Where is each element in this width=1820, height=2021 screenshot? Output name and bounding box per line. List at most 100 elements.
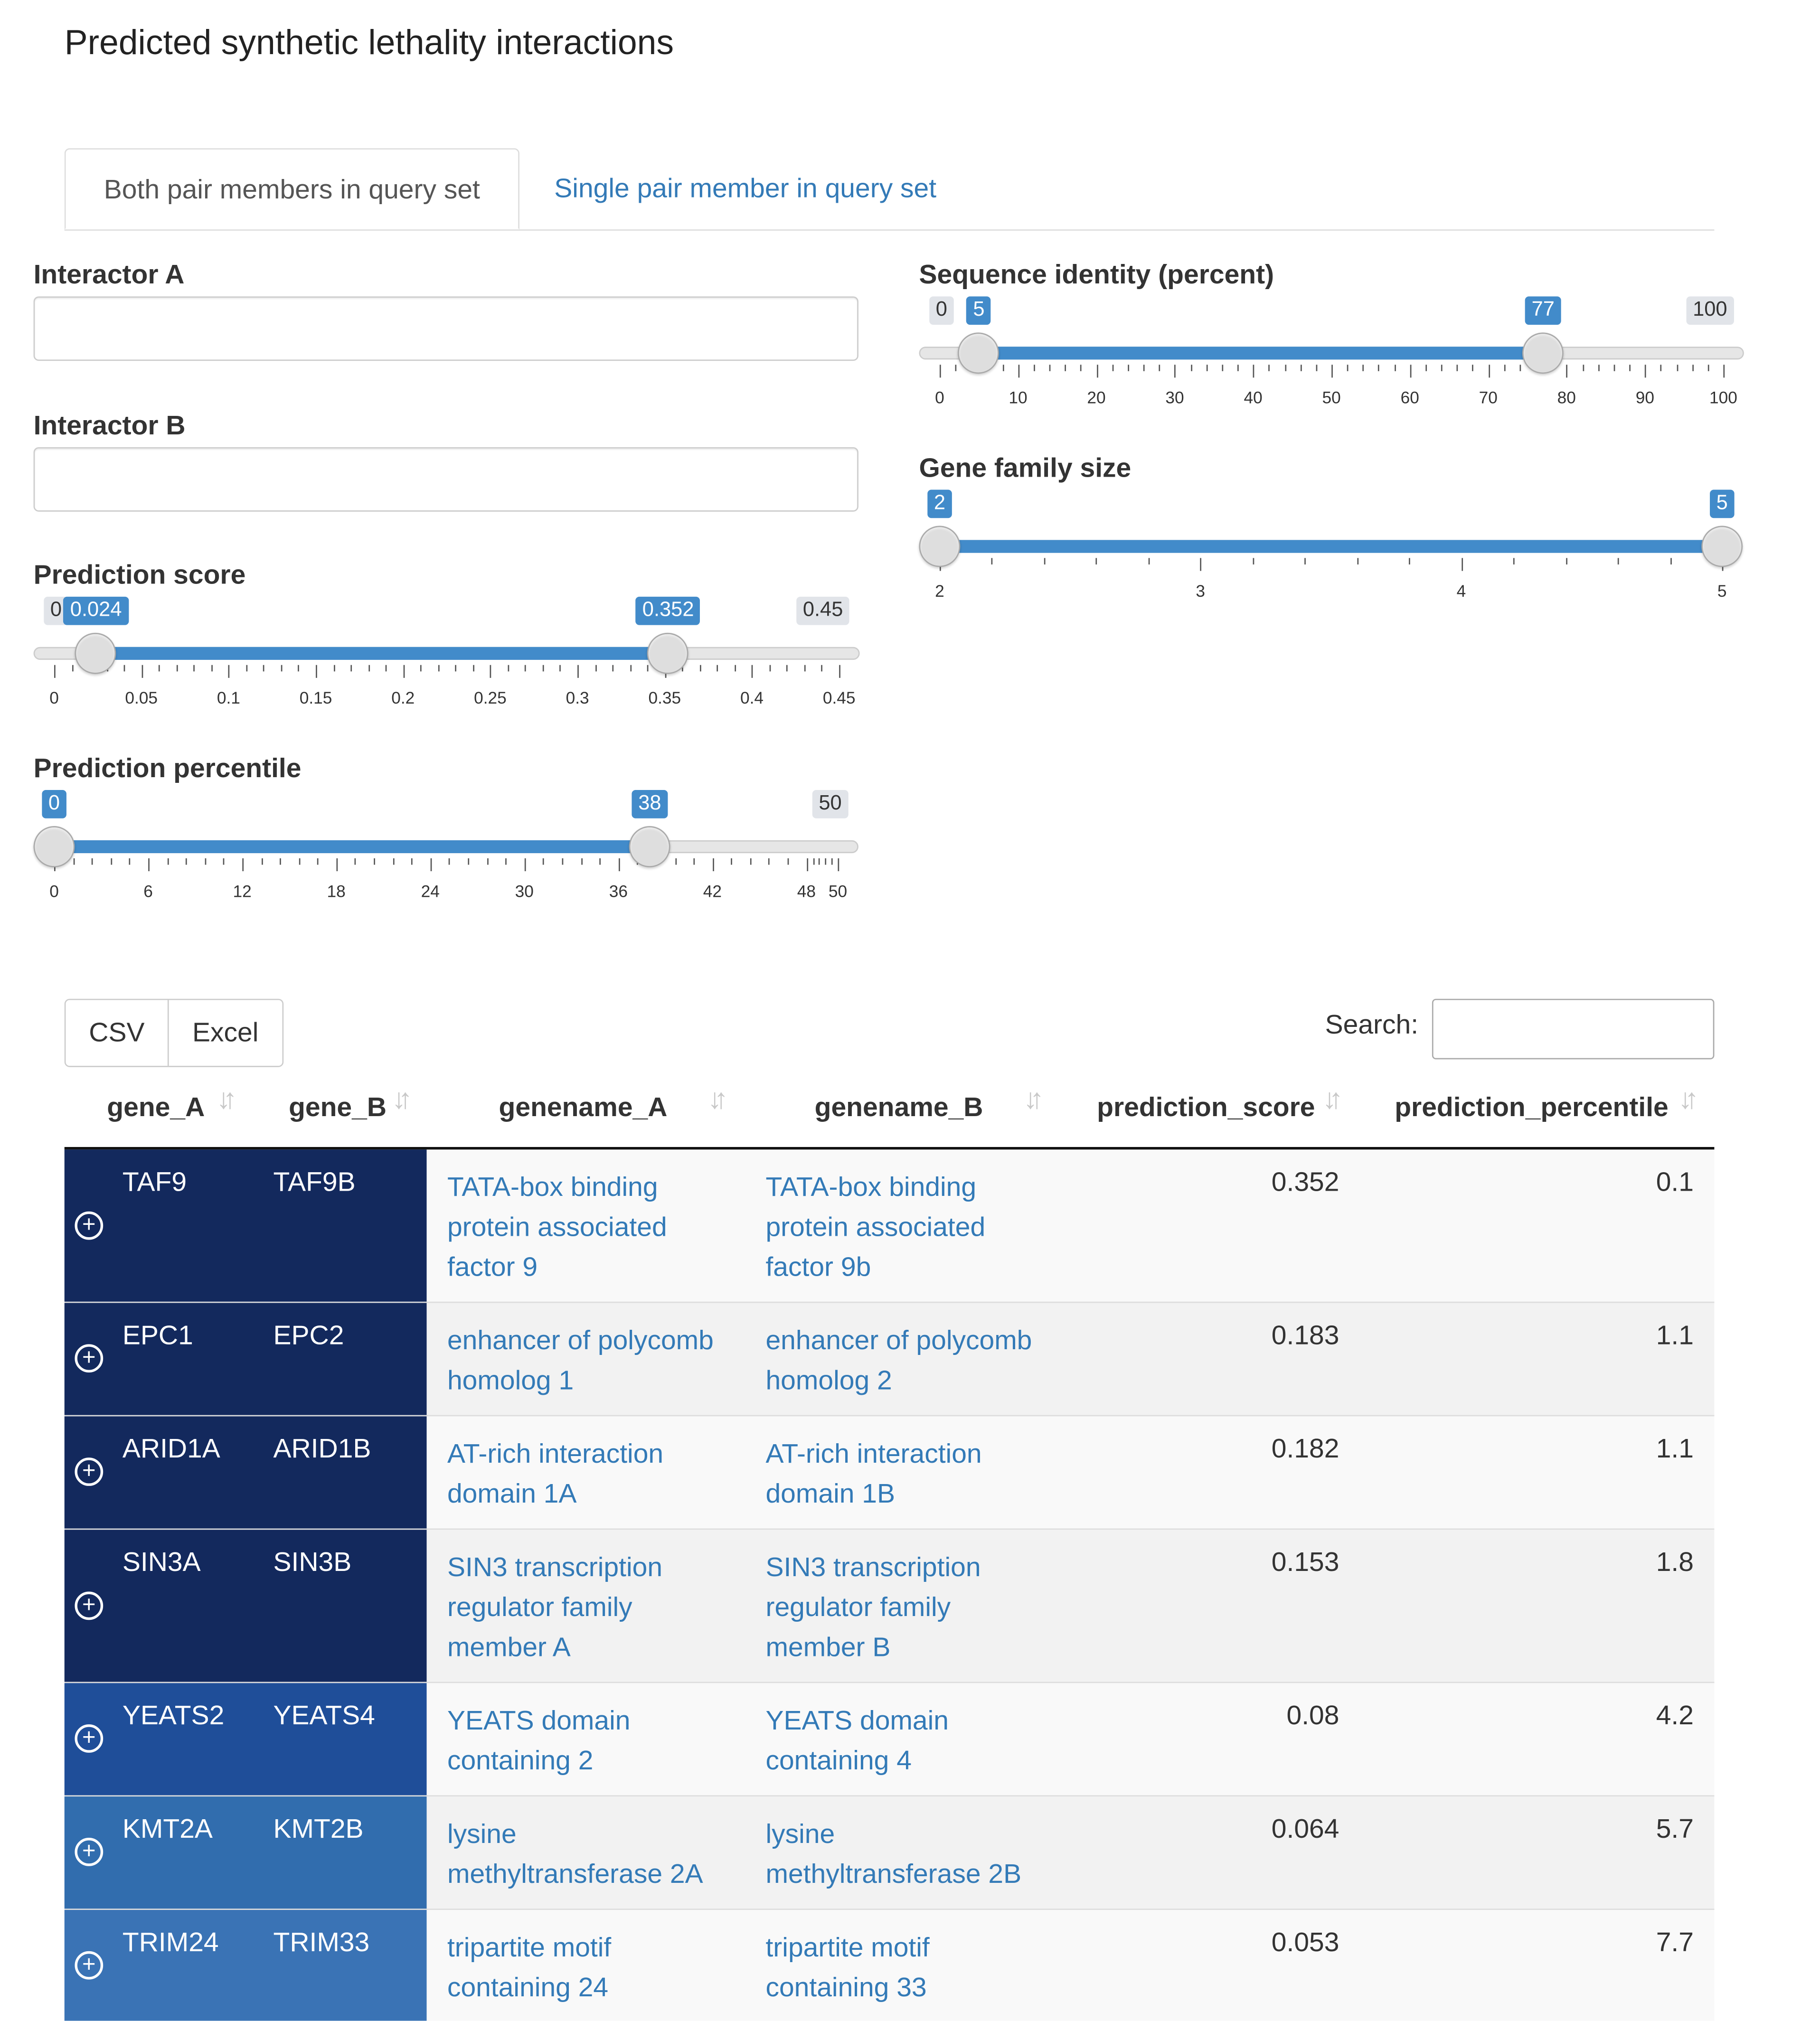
column-header-genename-b[interactable]: genename_B (815, 1093, 983, 1124)
table-row[interactable]: + YEATS2 YEATS4 YEATS domain containing … (64, 1683, 1715, 1797)
excel-button[interactable]: Excel (168, 1000, 282, 1066)
slider-minor-tick (647, 665, 649, 672)
table-row[interactable]: + SIN3A SIN3B SIN3 transcription regulat… (64, 1530, 1715, 1683)
interactor-a-label: Interactor A (33, 260, 185, 290)
slider-min-label: 0 (929, 296, 954, 325)
sort-icon[interactable]: ↓↑ (1322, 1082, 1343, 1116)
slider-minor-tick (562, 858, 564, 865)
slider-minor-tick (543, 858, 545, 865)
slider-to-handle[interactable] (1522, 332, 1564, 374)
genename-b-link[interactable]: SIN3 transcription regulator family memb… (765, 1548, 1049, 1667)
expand-row-icon[interactable]: + (75, 1211, 104, 1240)
slider-minor-tick (1081, 365, 1082, 371)
slider-minor-tick (508, 665, 509, 672)
genename-a-link[interactable]: enhancer of polycomb homolog 1 (447, 1321, 731, 1401)
table-row[interactable]: + ARID1A ARID1B AT-rich interaction doma… (64, 1416, 1715, 1530)
genename-b-link[interactable]: enhancer of polycomb homolog 2 (765, 1321, 1049, 1401)
genename-b-link[interactable]: lysine methyltransferase 2B (765, 1814, 1049, 1894)
tab-both-pair-members[interactable]: Both pair members in query set (64, 148, 519, 230)
slider-tick-label: 0.35 (648, 688, 681, 708)
slider-tick-label: 0.3 (566, 688, 589, 708)
sort-icon[interactable]: ↓↑ (217, 1082, 237, 1116)
slider-from-handle[interactable] (919, 526, 961, 567)
column-header-prediction-score[interactable]: prediction_score (1097, 1093, 1315, 1124)
slider-from-handle[interactable] (33, 826, 75, 867)
search-input[interactable] (1432, 998, 1715, 1060)
genename-b-link[interactable]: YEATS domain containing 4 (765, 1701, 1049, 1781)
column-header-gene-b[interactable]: gene_B (289, 1093, 387, 1124)
slider-minor-tick (1425, 365, 1427, 371)
slider-tick-label: 0.2 (391, 688, 415, 708)
slider-major-tick (403, 665, 405, 678)
table-row[interactable]: + TRIM24 TRIM33 tripartite motif contain… (64, 1910, 1715, 2021)
slider-to-handle[interactable] (1701, 526, 1743, 567)
expand-row-icon[interactable]: + (75, 1724, 104, 1753)
genename-a-link[interactable]: tripartite motif containing 24 (447, 1928, 731, 2008)
sort-icon[interactable]: ↓↑ (707, 1082, 728, 1116)
genename-a-link[interactable]: SIN3 transcription regulator family memb… (447, 1548, 731, 1667)
prediction-percentile-slider[interactable]: 50 0 38 0 6 12 18 24 30 36 42 48 50 (33, 786, 858, 928)
slider-minor-tick (1441, 365, 1443, 371)
slider-minor-tick (821, 665, 823, 672)
expand-row-icon[interactable]: + (75, 1951, 104, 1980)
slider-minor-tick (472, 665, 474, 672)
slider-minor-tick (223, 858, 225, 865)
interactor-a-input[interactable] (33, 296, 858, 361)
slider-from-value: 0 (42, 790, 66, 818)
expand-row-icon[interactable]: + (75, 1838, 104, 1866)
expand-row-icon[interactable]: + (75, 1344, 104, 1373)
prediction-score-slider[interactable]: 0 0.45 0.024 0.352 0 0.05 0.1 0.15 0.2 0.25 0.3 0.3… (33, 593, 860, 735)
slider-minor-tick (374, 858, 376, 865)
slider-to-value: 5 (1710, 489, 1735, 518)
interactor-b-input[interactable] (33, 447, 858, 512)
table-row[interactable]: + KMT2A KMT2B lysine methyltransferase 2… (64, 1796, 1715, 1910)
genename-a-link[interactable]: AT-rich interaction domain 1A (447, 1434, 731, 1514)
slider-major-tick (316, 665, 317, 678)
slider-tick-label: 0.4 (740, 688, 764, 708)
slider-minor-tick (263, 665, 265, 672)
prediction-percentile-cell: 7.7 (1656, 1928, 1694, 1958)
csv-button[interactable]: CSV (66, 1000, 168, 1066)
slider-minor-tick (110, 858, 112, 865)
slider-minor-tick (261, 858, 263, 865)
slider-from-handle[interactable] (958, 332, 1000, 374)
slider-max-label: 50 (812, 790, 849, 818)
genename-b-link[interactable]: tripartite motif containing 33 (765, 1928, 1049, 2008)
slider-tick-label: 100 (1709, 388, 1737, 407)
column-header-genename-a[interactable]: genename_A (499, 1093, 668, 1124)
genename-b-link[interactable]: AT-rich interaction domain 1B (765, 1434, 1049, 1514)
slider-selected-range (979, 347, 1543, 360)
sort-icon[interactable]: ↓↑ (392, 1082, 412, 1116)
column-header-gene-a[interactable]: gene_A (107, 1093, 205, 1124)
expand-row-icon[interactable]: + (75, 1457, 104, 1486)
slider-tick-label: 42 (703, 881, 722, 901)
expand-row-icon[interactable]: + (75, 1591, 104, 1620)
genename-b-link[interactable]: TATA-box binding protein associated fact… (765, 1167, 1049, 1287)
genename-a-link[interactable]: TATA-box binding protein associated fact… (447, 1167, 731, 1287)
sequence-identity-slider[interactable]: 0 100 5 77 0 10 20 30 40 50 60 70 80 90 100 (919, 292, 1744, 434)
slider-to-value: 0.352 (636, 596, 701, 625)
slider-minor-tick (1347, 365, 1348, 371)
slider-minor-tick (787, 858, 789, 865)
slider-minor-tick (1582, 365, 1584, 371)
table-row[interactable]: + TAF9 TAF9B TATA-box binding protein as… (64, 1149, 1715, 1303)
slider-minor-tick (991, 558, 993, 564)
genename-a-link[interactable]: lysine methyltransferase 2A (447, 1814, 731, 1894)
slider-major-tick (1253, 365, 1254, 378)
gene-family-size-slider[interactable]: 2 5 2 3 4 5 (919, 486, 1743, 628)
sort-icon[interactable]: ↓↑ (1678, 1082, 1698, 1116)
prediction-score-cell: 0.053 (1271, 1928, 1339, 1958)
table-row[interactable]: + EPC1 EPC2 enhancer of polycomb homolog… (64, 1303, 1715, 1417)
genename-a-link[interactable]: YEATS domain containing 2 (447, 1701, 731, 1781)
sort-icon[interactable]: ↓↑ (1023, 1082, 1044, 1116)
prediction-percentile-cell: 1.1 (1656, 1321, 1694, 1351)
slider-minor-tick (1357, 558, 1358, 564)
slider-minor-tick (1613, 365, 1615, 371)
column-header-prediction-percentile[interactable]: prediction_percentile (1395, 1093, 1669, 1124)
slider-to-handle[interactable] (629, 826, 670, 867)
slider-minor-tick (525, 665, 527, 672)
slider-major-tick (838, 858, 839, 872)
slider-from-handle[interactable] (75, 632, 117, 674)
slider-major-tick (712, 858, 714, 872)
tab-single-pair-member[interactable]: Single pair member in query set (554, 148, 936, 229)
